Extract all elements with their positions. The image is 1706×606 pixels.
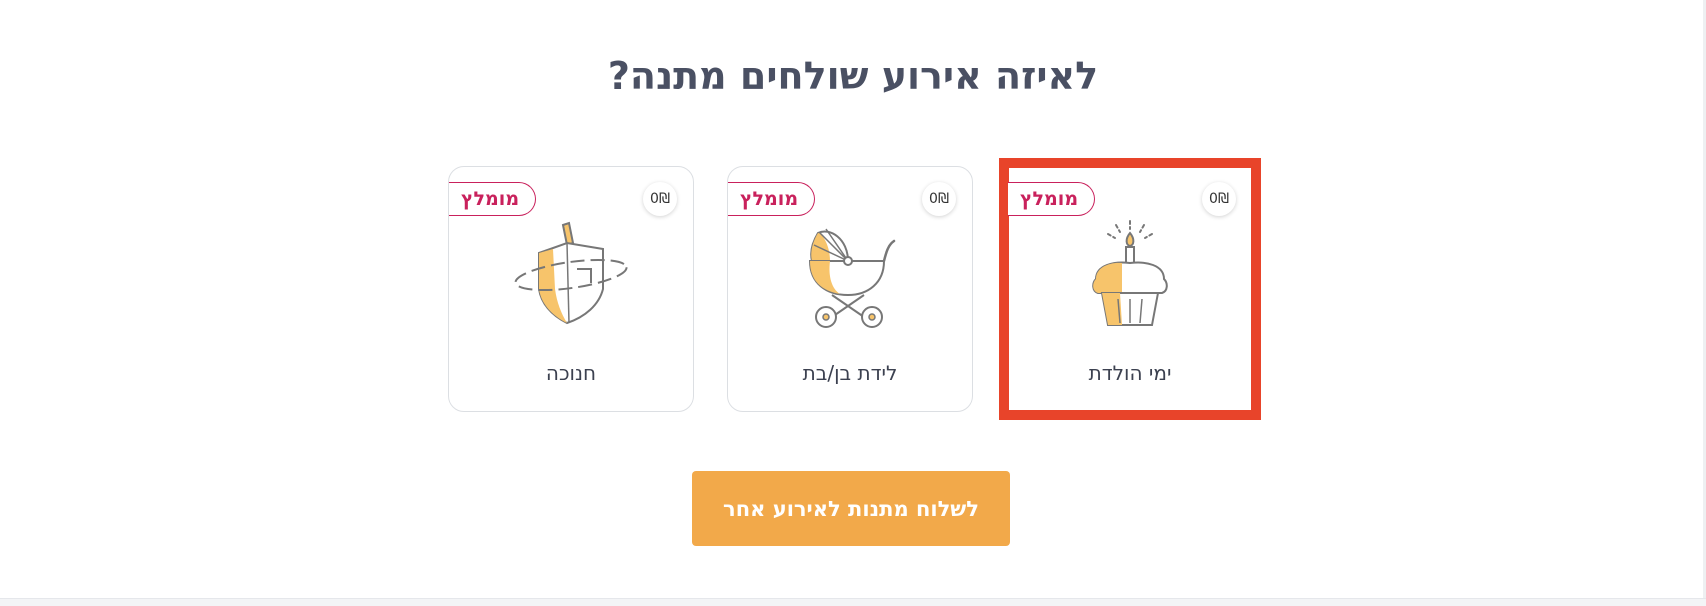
footer-divider <box>0 598 1706 606</box>
page-title: לאיזה אירוע שולחים מתנה? <box>607 54 1099 98</box>
recommended-badge: מומלץ <box>449 182 537 216</box>
event-card-baby-birth[interactable]: מומלץ 0₪ לידת בן/בת <box>727 166 973 412</box>
recommended-badge: מומלץ <box>728 182 816 216</box>
birthday-cupcake-icon <box>1070 219 1190 329</box>
event-card-hanukkah[interactable]: מומלץ 0₪ חנוכה <box>448 166 694 412</box>
card-label: ימי הולדת <box>1088 361 1172 385</box>
event-card-birthday[interactable]: מומלץ 0₪ ימי הולדת <box>999 158 1261 420</box>
baby-stroller-icon <box>790 219 910 329</box>
send-gifts-other-event-button[interactable]: לשלוח מתנות לאירוע אחר <box>692 471 1010 546</box>
price-badge: 0₪ <box>1202 182 1236 216</box>
dreidel-icon <box>511 219 631 329</box>
card-label: לידת בן/בת <box>802 361 898 385</box>
price-badge: 0₪ <box>643 182 677 216</box>
price-badge: 0₪ <box>922 182 956 216</box>
recommended-badge: מומלץ <box>1008 182 1096 216</box>
card-label: חנוכה <box>545 361 597 385</box>
